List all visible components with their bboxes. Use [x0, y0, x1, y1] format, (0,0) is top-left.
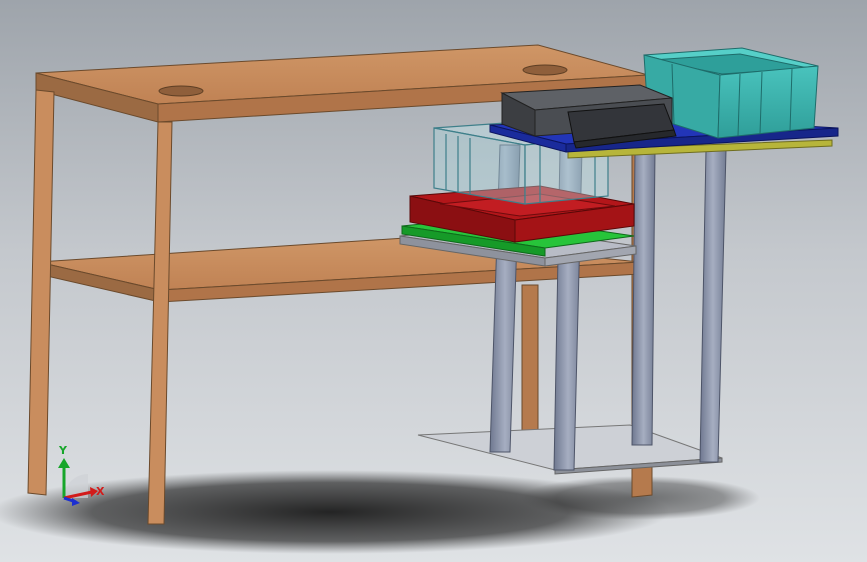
- stand-leg[interactable]: [699, 149, 727, 463]
- stand-leg[interactable]: [631, 149, 656, 446]
- y-axis-arrow-icon: [58, 458, 70, 468]
- table-grommet-hole[interactable]: [522, 64, 568, 76]
- axis-triad: Y X: [58, 444, 105, 506]
- x-axis-label: X: [96, 485, 105, 498]
- model-scene[interactable]: Y X: [0, 0, 867, 562]
- table-leg-front-right[interactable]: [147, 121, 173, 525]
- y-axis-label: Y: [58, 444, 68, 457]
- table-grommet-hole[interactable]: [158, 85, 204, 97]
- 3d-viewport[interactable]: Y X: [0, 0, 867, 562]
- table-leg-front-left[interactable]: [27, 89, 55, 496]
